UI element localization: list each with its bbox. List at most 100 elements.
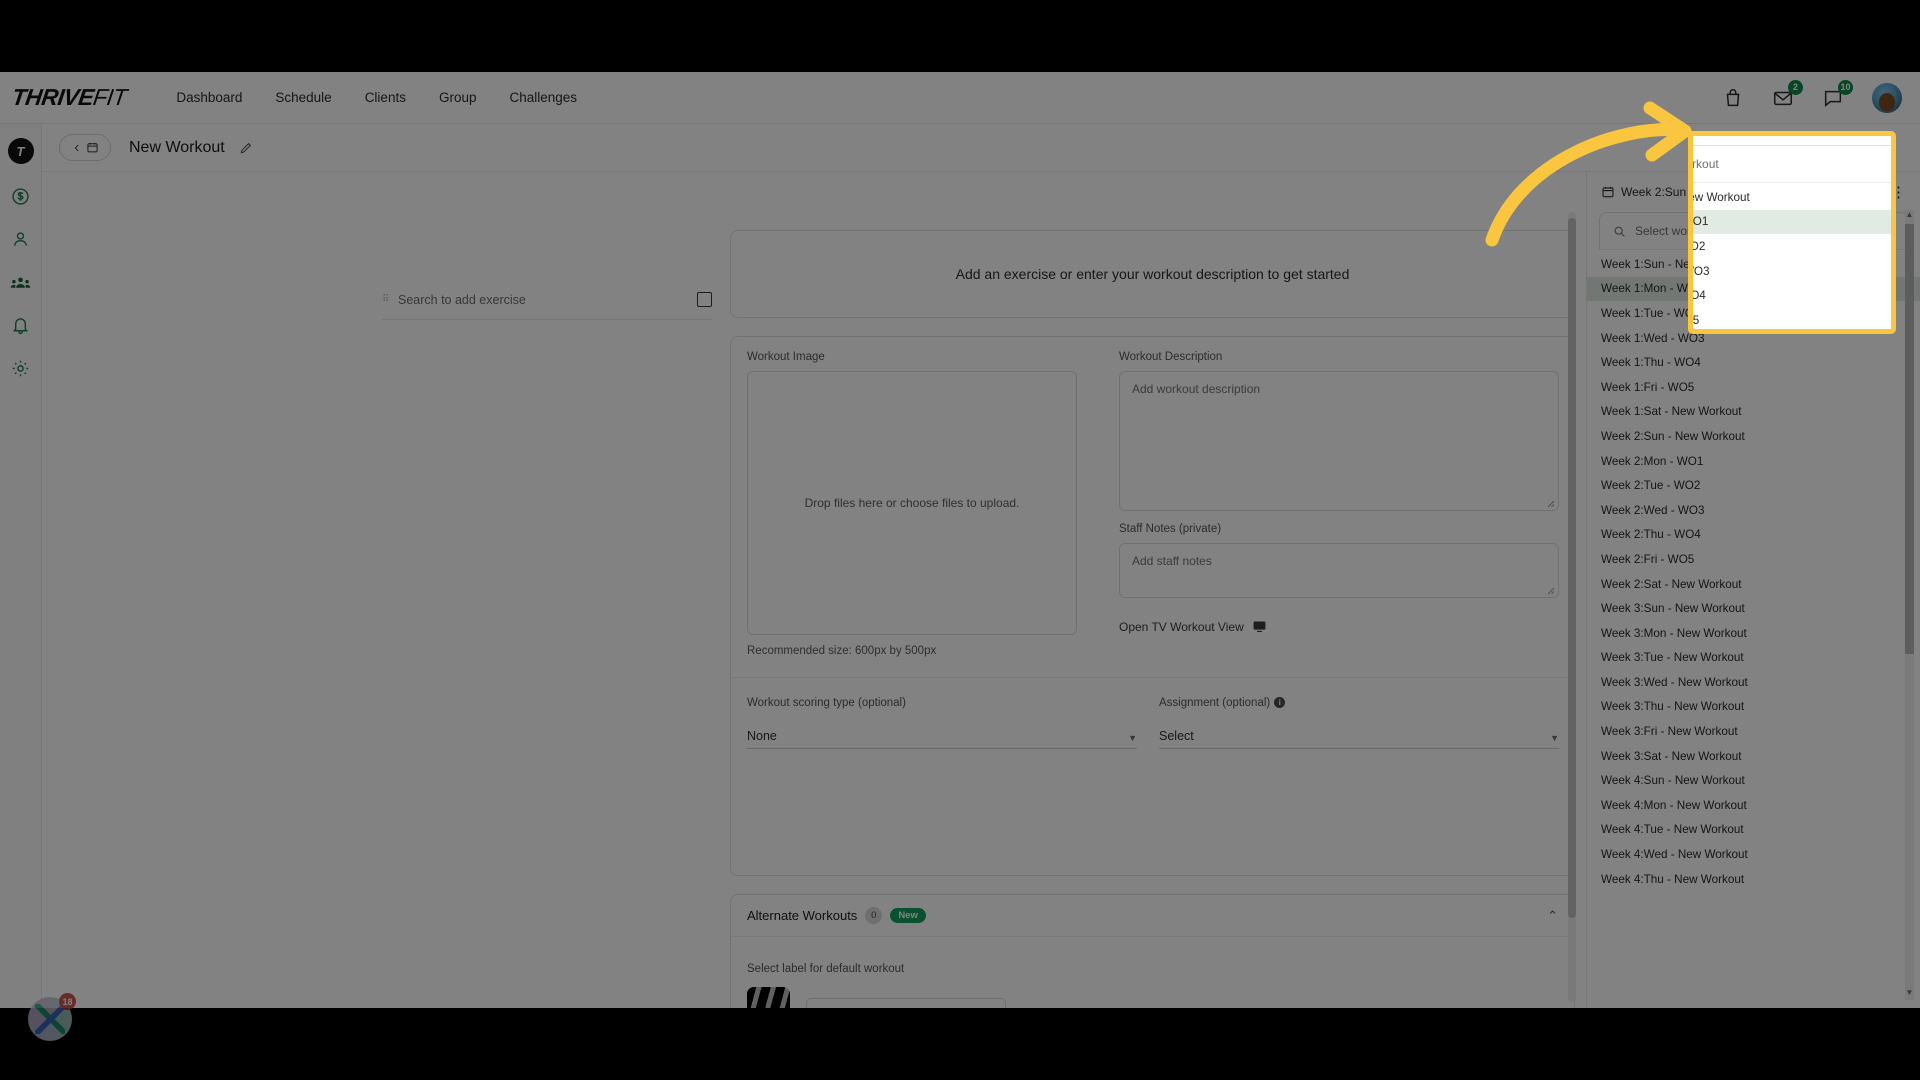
page-title: New Workout [129, 138, 225, 156]
workout-list-item-label: Week 1:Wed - WO3 [1693, 264, 1710, 278]
bell-icon[interactable] [10, 315, 31, 336]
nav-link-schedule[interactable]: Schedule [275, 90, 331, 105]
nav-link-group[interactable]: Group [439, 90, 477, 105]
workout-list-item[interactable]: Week 3:Tue - New Workout [1587, 646, 1920, 671]
primary-nav-links: Dashboard Schedule Clients Group Challen… [176, 90, 577, 105]
nav-link-challenges[interactable]: Challenges [509, 90, 577, 105]
scroll-up-arrow-icon[interactable]: ▲ [1905, 210, 1914, 222]
assignment-label-wrap: Assignment (optional) i [1159, 697, 1286, 709]
exercise-builder-pane: ⠿ Search to add exercise [42, 172, 730, 1008]
nav-link-clients[interactable]: Clients [365, 90, 406, 105]
calendar-icon [86, 142, 98, 153]
group-icon[interactable] [10, 272, 31, 293]
thrivefit-logo: THRIVEFIT [10, 84, 128, 111]
workout-list-item-label: Week 3:Sat - New Workout [1601, 749, 1742, 763]
workout-list-item[interactable]: Week 2:Fri - WO5 [1587, 547, 1920, 572]
workout-list-item-label: Week 1:Fri - WO5 [1601, 380, 1695, 394]
workout-list-item[interactable]: Week 1:Fri - WO5 [1587, 375, 1920, 400]
workout-list-item[interactable]: Week 3:Thu - New Workout [1587, 695, 1920, 720]
workout-list-item-label: Week 2:Fri - WO5 [1601, 552, 1695, 566]
mail-badge: 2 [1788, 79, 1803, 95]
chat-icon[interactable]: 10 [1822, 79, 1853, 109]
workout-list-item[interactable]: Week 4:Mon - New Workout [1587, 793, 1920, 818]
staff-notes-label: Staff Notes (private) [1119, 523, 1222, 535]
workout-list-item-label: Week 4:Tue - New Workout [1601, 823, 1744, 837]
scoring-type-value: None [747, 729, 777, 743]
workout-label-select[interactable]: Select [806, 998, 1006, 1008]
workout-list-item[interactable]: Week 3:Sun - New Workout [1587, 596, 1920, 621]
workout-list-item[interactable]: Week 3:Fri - New Workout [1587, 719, 1920, 744]
workout-list-item[interactable]: Week 3:Sat - New Workout [1587, 744, 1920, 769]
workout-list-item[interactable]: Week 2:Wed - WO3 [1587, 498, 1920, 523]
next-week-icon-hl[interactable] [1770, 131, 1783, 132]
prev-week-icon-hl[interactable] [1723, 131, 1736, 132]
shopping-bag-icon[interactable] [1722, 87, 1744, 109]
scroll-down-arrow-icon[interactable]: ▼ [1905, 988, 1914, 1000]
workout-list-item[interactable]: Week 1:Sat - New Workout [1587, 400, 1920, 425]
workout-list-item-label: Week 3:Thu - New Workout [1601, 700, 1745, 714]
workout-label-thumbnail[interactable] [747, 987, 790, 1008]
workout-list-item[interactable]: Week 2:Mon - WO1 [1587, 449, 1920, 474]
workout-list-scrollbar[interactable]: ▲ ▼ [1905, 210, 1914, 1000]
tv-monitor-icon [1253, 621, 1266, 632]
assignment-select[interactable]: Select ▼ [1159, 723, 1559, 749]
workout-list-item[interactable]: Week 2:Tue - WO2 [1587, 473, 1920, 498]
workout-description-textarea[interactable]: Add workout description [1119, 371, 1559, 511]
workout-list-item[interactable]: Week 4:Sun - New Workout [1587, 768, 1920, 793]
exercise-select-checkbox[interactable] [697, 292, 712, 307]
person-icon[interactable] [10, 229, 31, 250]
workout-list-item[interactable]: Week 2:Sun - New Workout [1587, 424, 1920, 449]
workout-list: Week 1:Sun - New Workout Week 1:Mon - WO1… [1587, 252, 1920, 891]
support-bubble-badge: 18 [59, 993, 76, 1010]
chevron-up-icon[interactable]: ⌃ [1547, 908, 1558, 924]
workout-list-item[interactable]: Week 1:Wed - WO3 [1693, 259, 1891, 284]
center-scrollbar-thumb[interactable] [1568, 218, 1576, 918]
workout-list-item-label: Week 2:Mon - WO1 [1601, 454, 1704, 468]
new-badge: New [890, 908, 926, 923]
gear-icon[interactable] [10, 358, 31, 379]
workout-list-item-label: Week 2:Thu - WO4 [1601, 528, 1701, 542]
workout-list-item[interactable]: Week 4:Wed - New Workout [1587, 842, 1920, 867]
workout-list-item[interactable]: Week 4:Thu - New Workout [1587, 867, 1920, 892]
staff-notes-textarea[interactable]: Add staff notes [1119, 543, 1559, 598]
scrollbar-thumb[interactable] [1905, 224, 1914, 654]
workout-list-item[interactable]: Week 1:Thu - WO4 [1587, 350, 1920, 375]
workout-list-item-label: Week 3:Fri - New Workout [1601, 725, 1738, 739]
avatar[interactable] [1872, 82, 1902, 113]
workout-details-card: Workout Image Drop files here or choose … [730, 336, 1576, 876]
tv-view-label: Open TV Workout View [1119, 619, 1244, 634]
staff-notes-placeholder: Add staff notes [1132, 554, 1212, 568]
nav-link-dashboard[interactable]: Dashboard [176, 90, 242, 105]
back-to-calendar-button[interactable] [59, 134, 111, 161]
pencil-icon[interactable] [239, 141, 253, 155]
workout-list-item[interactable]: Week 1:Fri - WO5 [1693, 308, 1891, 329]
info-icon[interactable]: i [1274, 697, 1286, 709]
recommended-size-text: Recommended size: 600px by 500px [747, 645, 937, 657]
mail-icon[interactable]: 2 [1772, 79, 1803, 109]
search-to-add-exercise-row[interactable]: ⠿ Search to add exercise [382, 280, 712, 320]
workout-image-dropzone[interactable]: Drop files here or choose files to uploa… [747, 371, 1077, 635]
workout-list-item[interactable]: Week 2:Thu - WO4 [1587, 523, 1920, 548]
workout-list-item[interactable]: Week 1:Sat - New Workout [1688, 333, 1896, 334]
billing-dollar-icon[interactable] [10, 186, 31, 207]
chevron-down-icon-2: ▼ [1550, 733, 1559, 743]
empty-state-text: Add an exercise or enter your workout de… [955, 266, 1350, 282]
workout-list-item[interactable]: Week 4:Tue - New Workout [1587, 818, 1920, 843]
workout-list-item[interactable]: Week 2:Sat - New Workout [1587, 572, 1920, 597]
alternate-workouts-header[interactable]: Alternate Workouts 0 New ⌃ [731, 895, 1574, 937]
workout-list-item-label: Week 3:Mon - New Workout [1601, 626, 1747, 640]
drag-handle-icon[interactable]: ⠿ [382, 294, 392, 305]
workout-list-item[interactable]: Week 3:Mon - New Workout [1587, 621, 1920, 646]
rail-logo[interactable]: T [7, 138, 34, 164]
resize-grip-icon-2[interactable] [1545, 585, 1555, 595]
resize-grip-icon[interactable] [1545, 498, 1555, 508]
workout-list-item[interactable]: Week 1:Thu - WO4 [1693, 283, 1891, 308]
empty-state-card: Add an exercise or enter your workout de… [730, 230, 1575, 318]
support-chat-bubble[interactable]: 18 [28, 993, 76, 1041]
open-tv-workout-view[interactable]: Open TV Workout View [1119, 619, 1267, 634]
center-scrollbar[interactable] [1568, 212, 1576, 1002]
scoring-type-select[interactable]: None ▼ [747, 723, 1137, 749]
workout-label-placeholder: Select [817, 1006, 850, 1008]
workout-form-column: Add an exercise or enter your workout de… [730, 172, 1580, 1008]
workout-list-item[interactable]: Week 3:Wed - New Workout [1587, 670, 1920, 695]
